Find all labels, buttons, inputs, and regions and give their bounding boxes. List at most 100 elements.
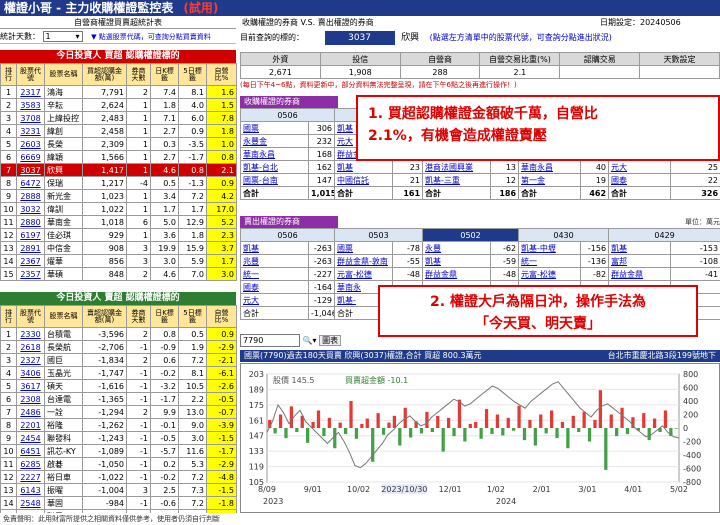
table-row[interactable]: 10 6451 訊芯-KY -1,089 -1 -5.7 11.6 -1.7 <box>0 444 237 458</box>
code-cell[interactable]: 2330 <box>16 327 45 341</box>
code-cell[interactable]: 6197 <box>16 228 45 242</box>
code-cell[interactable]: 2880 <box>16 215 45 229</box>
code-cell[interactable]: 2454 <box>16 431 45 445</box>
code-cell[interactable]: 2357 <box>16 267 45 281</box>
broker-name[interactable]: 華南永昌 <box>240 147 309 161</box>
code-cell[interactable]: 2201 <box>16 418 45 432</box>
table-row[interactable]: 3 3708 上緯投控 2,483 1 7.1 6.0 7.8 <box>0 111 237 125</box>
query-code[interactable]: 3037 <box>324 31 395 45</box>
code-cell[interactable]: 2367 <box>16 254 45 268</box>
table-row[interactable]: 13 6143 振曜 -1,004 3 2.5 7.3 -1.5 <box>0 483 237 497</box>
code-cell[interactable]: 6451 <box>16 444 45 458</box>
code-cell[interactable]: 2227 <box>16 470 45 484</box>
broker-name[interactable]: 凱基 <box>422 254 492 268</box>
broker-name[interactable]: 凱基 <box>334 160 394 174</box>
broker-name[interactable]: 元富-松德 <box>518 267 582 281</box>
table-row[interactable]: 2 2618 長榮航 -2,706 -1 -0.9 1.9 -2.9 <box>0 340 237 354</box>
broker-name[interactable]: 國票-台南 <box>240 173 309 187</box>
table-row[interactable]: 6 6669 緯穎 1,566 1 2.7 -1.7 0.8 <box>0 150 237 164</box>
table-row[interactable]: 14 2367 燿華 856 3 3.0 5.9 1.7 <box>0 254 237 268</box>
broker-name[interactable]: 凱基-中壢 <box>518 241 582 255</box>
table-row[interactable]: 3 2327 國巨 -1,834 2 0.6 7.2 -2.1 <box>0 353 237 367</box>
code-cell[interactable]: 3708 <box>16 111 45 125</box>
broker-name[interactable]: 國票 <box>334 241 394 255</box>
code-cell[interactable]: 3231 <box>16 124 45 138</box>
table-row[interactable]: 6 2308 台達電 -1,365 -1 -1.7 2.2 -0.5 <box>0 392 237 406</box>
flow-bar <box>474 421 478 428</box>
broker-name[interactable]: 群益金鼎 <box>608 267 672 281</box>
table-row[interactable]: 7 2486 一詮 -1,294 2 9.9 13.0 -0.7 <box>0 405 237 419</box>
table-row[interactable]: 14 2548 華固 -984 -1 -0.6 7.2 -1.8 <box>0 496 237 510</box>
table-row[interactable]: 12 6197 佳必琪 929 1 3.6 1.8 2.3 <box>0 228 237 242</box>
table-row[interactable]: 4 3406 玉晶光 -1,747 -1 -0.2 8.1 -6.1 <box>0 366 237 380</box>
broker-name[interactable]: 統一 <box>518 254 582 268</box>
code-cell[interactable]: 2486 <box>16 405 45 419</box>
table-row[interactable]: 15 2357 華碩 848 2 4.6 7.0 3.0 <box>0 267 237 281</box>
code-cell[interactable]: 3037 <box>16 163 45 177</box>
code-cell[interactable]: 2548 <box>16 496 45 510</box>
broker-name[interactable]: 元大 <box>240 293 309 307</box>
code-cell[interactable]: 2327 <box>16 353 45 367</box>
days-dropdown[interactable]: 1 ▾ <box>42 31 83 42</box>
broker-name[interactable]: 元富-松德 <box>334 267 394 281</box>
table-row[interactable]: 9 2454 聯發科 -1,243 -1 -0.5 3.0 -1.5 <box>0 431 237 445</box>
broker-name[interactable]: 國票 <box>240 121 309 135</box>
table-row[interactable]: 8 6472 保瑞 1,217 -4 0.5 -1.3 0.9 <box>0 176 237 190</box>
broker-name[interactable]: 華南永昌 <box>518 160 582 174</box>
total-value: 1,015 <box>307 186 336 200</box>
broker-name[interactable]: 永豐 <box>422 241 492 255</box>
table-row[interactable]: 7 3037 欣興 1,417 1 4.6 0.8 2.1 <box>0 163 237 177</box>
broker-name[interactable]: 群益金鼎-敦南 <box>334 254 394 268</box>
table-row[interactable]: 12 2227 裕日車 -1,022 -1 -0.2 7.2 -4.8 <box>0 470 237 484</box>
table-row[interactable]: 1 2330 台積電 -3,596 2 0.8 0.5 0.9 <box>0 327 237 341</box>
broker-name[interactable]: 國泰 <box>240 280 309 294</box>
table-row[interactable]: 5 2603 長榮 2,309 1 0.3 -3.5 1.0 <box>0 137 237 151</box>
code-cell[interactable]: 2603 <box>16 137 45 151</box>
table-row[interactable]: 1 2317 鴻海 7,791 2 7.4 8.1 1.6 <box>0 85 237 99</box>
broker-name[interactable]: 永豐金 <box>240 134 309 148</box>
code-cell[interactable]: 2888 <box>16 189 45 203</box>
code-cell[interactable]: 2317 <box>16 85 45 99</box>
broker-name[interactable]: 港商法國興業 <box>422 160 492 174</box>
table-row[interactable]: 4 3231 緯創 2,458 1 2.7 0.9 1.8 <box>0 124 237 138</box>
broker-name[interactable]: 統一 <box>240 267 309 281</box>
code-cell[interactable]: 3583 <box>16 98 45 112</box>
broker-name[interactable]: 兆豐 <box>240 254 309 268</box>
search-icon[interactable]: 🔍▾ <box>303 336 317 345</box>
code-cell[interactable]: 6669 <box>16 150 45 164</box>
table-row[interactable]: 2 3583 辛耘 2,624 1 1.8 4.0 1.5 <box>0 98 237 112</box>
flow-bar <box>533 428 537 446</box>
broker-name[interactable]: 元大 <box>608 160 672 174</box>
code-cell[interactable]: 6285 <box>16 457 45 471</box>
table-row[interactable]: 5 3617 碩天 -1,616 -1 -3.2 10.5 -2.6 <box>0 379 237 393</box>
code-cell[interactable]: 3617 <box>16 379 45 393</box>
broker-name[interactable]: 凱基 <box>608 241 672 255</box>
code-cell[interactable]: 2891 <box>16 241 45 255</box>
broker-name[interactable]: 群益金鼎 <box>422 267 492 281</box>
broker-name[interactable]: 中國信託 <box>334 173 394 187</box>
chart-button[interactable]: 圖表 <box>319 335 342 346</box>
code-cell[interactable]: 6143 <box>16 483 45 497</box>
code-cell[interactable]: 3032 <box>16 202 45 216</box>
code-cell[interactable]: 2308 <box>16 392 45 406</box>
table-row[interactable]: 10 3032 偉訓 1,022 1 1.7 1.7 17.0 <box>0 202 237 216</box>
table-row[interactable]: 8 2201 裕隆 -1,262 -1 -0.1 9.0 -3.9 <box>0 418 237 432</box>
table-row[interactable]: 13 2891 中信金 908 3 19.9 15.9 3.7 <box>0 241 237 255</box>
year-label: 2024 <box>496 497 516 506</box>
code-cell[interactable]: 3406 <box>16 366 45 380</box>
daily-k-cell: 5.0 <box>150 215 179 229</box>
total-value: 326 <box>670 186 720 200</box>
broker-name[interactable]: 第一金 <box>518 173 582 187</box>
table-row[interactable]: 9 2888 新光金 1,023 1 3.4 7.2 4.2 <box>0 189 237 203</box>
table-row[interactable]: 11 6285 啟碁 -1,050 -1 0.2 5.3 -2.9 <box>0 457 237 471</box>
broker-name[interactable]: 凱基-台北 <box>240 160 309 174</box>
column-header: 5日標籤 <box>178 305 207 328</box>
broker-name[interactable]: 國泰 <box>608 173 672 187</box>
chart-search-input[interactable] <box>240 334 300 347</box>
code-cell[interactable]: 2618 <box>16 340 45 354</box>
code-cell[interactable]: 6472 <box>16 176 45 190</box>
broker-name[interactable]: 富邦 <box>608 254 672 268</box>
broker-name[interactable]: 凱基 <box>240 241 309 255</box>
broker-name[interactable]: 凱基-三重 <box>422 173 492 187</box>
table-row[interactable]: 11 2880 華南金 1,018 6 5.0 12.9 5.2 <box>0 215 237 229</box>
